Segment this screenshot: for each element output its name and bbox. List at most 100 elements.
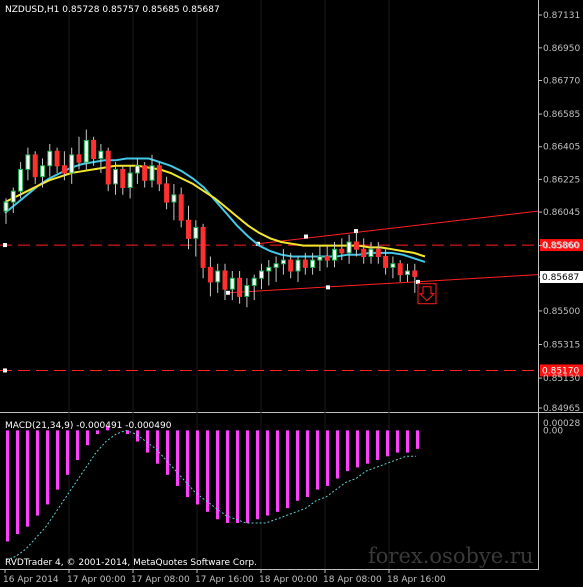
bear-candle-body (353, 241, 359, 250)
price-label: 0.86950 (543, 44, 580, 54)
bull-candle-body (317, 255, 323, 261)
bull-candle-body (346, 241, 352, 254)
macd-bar (16, 430, 19, 535)
chart-background (0, 0, 583, 587)
bull-candle-body (405, 270, 410, 276)
bull-candle-body (390, 263, 396, 268)
macd-bar (366, 430, 369, 464)
macd-bar (266, 430, 269, 516)
bull-candle-body (18, 168, 24, 192)
macd-bar (6, 430, 9, 542)
macd-bar (356, 430, 359, 468)
bull-candle-body (10, 190, 16, 203)
macd-bar (146, 430, 149, 453)
macd-bar (396, 430, 399, 453)
macd-bar (206, 430, 209, 512)
bull-candle-body (69, 154, 75, 174)
level-handle[interactable] (3, 243, 7, 248)
price-label: 0.85500 (543, 307, 580, 317)
bull-candle-body (368, 248, 374, 257)
bull-candle-body (229, 277, 235, 290)
bear-candle-body (207, 266, 213, 283)
bear-candle-body (383, 255, 389, 268)
time-label: 16 Apr 2014 (3, 575, 59, 585)
bull-candle-body (280, 259, 286, 265)
bear-candle-body (178, 194, 184, 221)
trading-chart-window[interactable]: 0.858600.85170 0.871310.869500.867700.86… (0, 0, 583, 587)
macd-bar (256, 430, 259, 520)
macd-bar (36, 430, 39, 516)
bull-candle-body (193, 226, 199, 239)
macd-bar (66, 430, 69, 475)
bull-candle-body (266, 266, 272, 272)
price-label: 0.85130 (543, 374, 580, 384)
price-label: 0.86045 (543, 208, 580, 218)
price-label: 0.86585 (543, 110, 580, 120)
macd-bar (306, 430, 309, 498)
bear-candle-body (32, 154, 38, 178)
chart-title: NZDUSD,H1 0.85728 0.85757 0.85685 0.8568… (5, 5, 220, 15)
time-label: 18 Apr 00:00 (259, 575, 318, 585)
bear-candle-body (156, 165, 162, 185)
current-price-label: 0.85687 (542, 273, 579, 283)
bull-candle-body (251, 277, 257, 287)
bear-candle-body (375, 248, 381, 257)
bear-candle-body (288, 259, 294, 272)
macd-zero-label: 0.00 (543, 426, 563, 436)
bear-candle-body (222, 270, 228, 290)
bull-candle-body (134, 165, 140, 174)
copyright-text: RVDTrader 4, © 2001-2014, MetaQuotes Sof… (5, 558, 257, 568)
bull-candle-body (25, 154, 31, 170)
macd-bar (186, 430, 189, 498)
time-label: 17 Apr 16:00 (195, 575, 254, 585)
bear-candle-body (76, 154, 82, 163)
macd-bar (56, 430, 59, 490)
macd-bar (286, 430, 289, 509)
price-label: 0.85315 (543, 340, 580, 350)
trend-handle[interactable] (304, 234, 308, 239)
macd-bar (236, 430, 239, 523)
bull-candle-body (127, 172, 133, 189)
bear-candle-body (361, 248, 367, 257)
bear-candle-body (412, 270, 418, 277)
bull-candle-body (295, 259, 301, 272)
level-handle[interactable] (3, 368, 7, 373)
bear-candle-body (61, 165, 67, 174)
macd-bar (176, 430, 179, 486)
macd-bar (156, 430, 159, 464)
bull-candle-body (40, 165, 45, 178)
bull-candle-body (98, 150, 104, 160)
macd-bar (376, 430, 379, 460)
price-label: 0.87131 (543, 11, 580, 21)
macd-label: MACD(21,34,9) -0.000491 -0.000490 (5, 421, 172, 431)
bear-candle-body (186, 219, 191, 239)
bear-candle-body (397, 263, 403, 276)
bear-candle-body (54, 150, 60, 167)
macd-bar (226, 430, 229, 523)
price-label: 0.84965 (543, 404, 580, 414)
bear-candle-body (164, 183, 170, 203)
price-label: 0.85860 (543, 242, 580, 252)
bull-candle-body (171, 194, 177, 203)
bear-candle-body (237, 277, 243, 297)
macd-bar (416, 430, 419, 449)
macd-bar (86, 430, 89, 446)
trend-handle[interactable] (326, 285, 330, 290)
macd-bar (166, 430, 169, 475)
bull-candle-body (332, 248, 337, 261)
macd-bar (296, 430, 299, 501)
bear-candle-body (200, 226, 206, 268)
bull-candle-body (259, 270, 264, 279)
trend-handle[interactable] (226, 290, 230, 295)
price-label: 0.86225 (543, 175, 580, 185)
macd-bar (136, 430, 139, 442)
macd-bar (336, 430, 339, 479)
bull-candle-body (244, 285, 250, 297)
bear-candle-body (302, 259, 308, 268)
bear-candle-body (324, 255, 330, 261)
bull-candle-body (215, 270, 221, 283)
bull-candle-body (310, 259, 316, 268)
macd-bar (346, 430, 349, 472)
macd-bar (216, 430, 219, 520)
bear-candle-body (142, 165, 148, 181)
